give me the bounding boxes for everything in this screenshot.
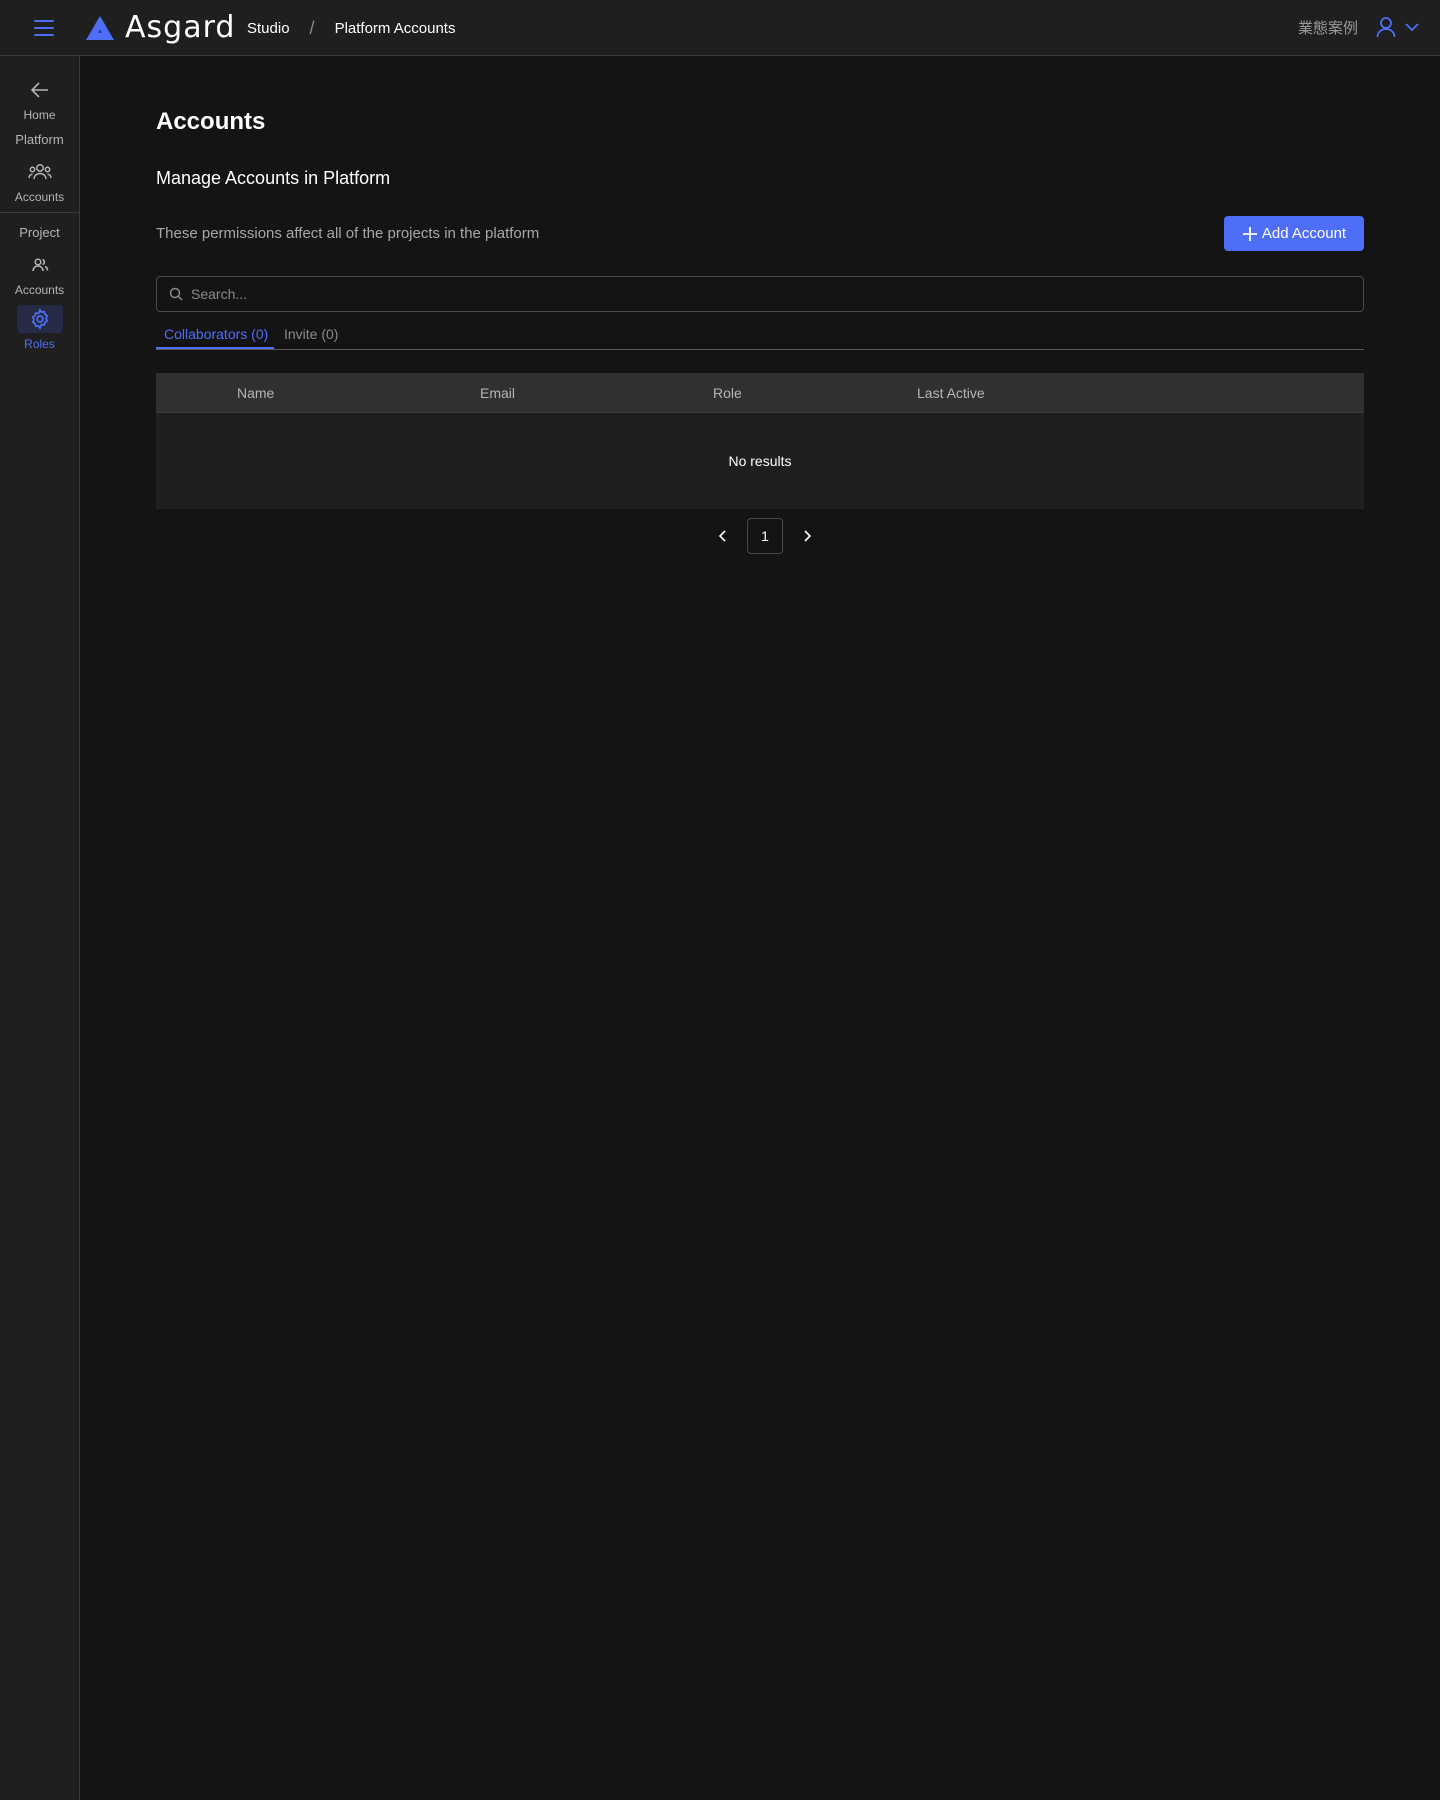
empty-state-text: No results	[728, 453, 792, 469]
user-group-icon	[31, 258, 48, 272]
sidebar-item-label: Roles	[24, 337, 55, 351]
search-box[interactable]	[156, 276, 1364, 312]
sidebar-item-project-accounts[interactable]: Accounts	[0, 251, 79, 297]
plus-icon	[1242, 226, 1257, 241]
sidebar-divider	[0, 212, 79, 213]
sidebar-item-label: Home	[23, 108, 56, 122]
user-icon	[1376, 17, 1396, 38]
pagination: 1	[711, 518, 819, 554]
top-bar: Asgard Studio / Platform Accounts 業態案例	[0, 0, 1440, 56]
section-title: Manage Accounts in Platform	[156, 168, 391, 188]
table-body: No results	[156, 413, 1364, 509]
breadcrumb-separator: /	[309, 18, 315, 38]
sidebar-section-platform: Platform	[15, 132, 64, 147]
chevron-left-icon	[719, 530, 726, 542]
sidebar-item-roles[interactable]: Roles	[0, 305, 79, 351]
sidebar-item-label: Accounts	[14, 190, 65, 204]
hamburger-menu-icon[interactable]	[30, 16, 58, 40]
column-header-last-active[interactable]: Last Active	[917, 385, 985, 401]
chevron-right-icon	[804, 530, 811, 542]
prev-page-button[interactable]	[711, 518, 735, 554]
accounts-table: Name Email Role Last Active No results	[156, 373, 1364, 509]
users-icon	[27, 164, 52, 180]
active-tab-indicator	[156, 347, 274, 349]
column-header-name[interactable]: Name	[237, 385, 274, 401]
breadcrumb-studio[interactable]: Studio	[247, 20, 290, 37]
breadcrumb-platform-accounts[interactable]: Platform Accounts	[335, 20, 456, 37]
user-menu-button[interactable]	[1376, 16, 1420, 38]
top-right-area: 業態案例	[1298, 16, 1420, 38]
page-number-button[interactable]: 1	[747, 518, 783, 554]
gear-icon	[31, 308, 48, 330]
page-title: Accounts	[156, 108, 266, 135]
next-page-button[interactable]	[795, 518, 819, 554]
column-header-role[interactable]: Role	[713, 385, 742, 401]
table-header: Name Email Role Last Active	[156, 373, 1364, 413]
sidebar-section-project: Project	[19, 225, 60, 240]
search-input[interactable]	[191, 286, 1341, 302]
arrow-left-icon	[30, 82, 48, 98]
description-text: These permissions affect all of the proj…	[156, 225, 540, 242]
tab-invite[interactable]: Invite (0)	[284, 326, 338, 342]
app-name: Asgard	[125, 10, 236, 45]
logo-triangle-icon	[86, 16, 114, 40]
search-icon	[169, 287, 183, 301]
sidebar-item-home[interactable]: Home	[0, 76, 79, 122]
app-logo[interactable]: Asgard	[85, 13, 235, 43]
tab-collaborators[interactable]: Collaborators (0)	[164, 326, 268, 342]
sidebar-item-label: Accounts	[14, 283, 65, 297]
chevron-down-icon	[1405, 23, 1419, 32]
org-name[interactable]: 業態案例	[1298, 17, 1358, 38]
breadcrumb: Studio / Platform Accounts	[247, 18, 455, 39]
add-account-button[interactable]: Add Account	[1224, 216, 1364, 251]
sidebar-item-platform-accounts[interactable]: Accounts	[0, 158, 79, 204]
column-header-email[interactable]: Email	[480, 385, 515, 401]
sidebar: Home Platform Accounts Project Accounts …	[0, 56, 80, 1800]
add-account-label: Add Account	[1261, 225, 1347, 242]
tab-bar: Collaborators (0) Invite (0)	[156, 320, 1364, 350]
